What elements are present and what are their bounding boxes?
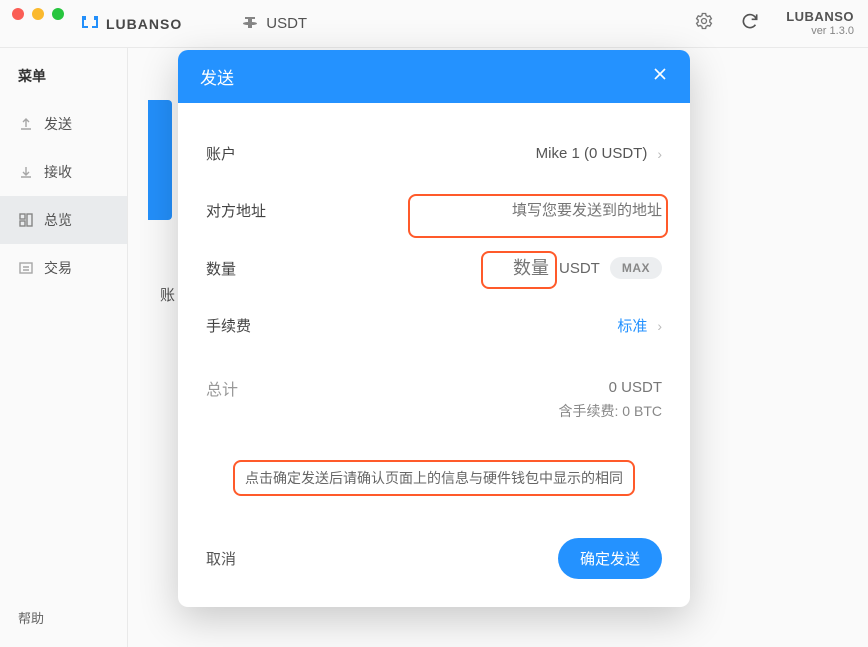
total-value: 0 USDT bbox=[559, 376, 662, 400]
account-label: 账户 bbox=[206, 143, 236, 164]
modal-title: 发送 bbox=[200, 64, 234, 89]
send-modal: 发送 账户 Mike 1 (0 USDT) › 对方地址 数量 bbox=[178, 50, 690, 607]
chevron-right-icon: › bbox=[657, 318, 662, 334]
address-row: 对方地址 bbox=[206, 182, 662, 239]
quantity-row: 数量 USDT MAX bbox=[206, 239, 662, 297]
account-value: Mike 1 (0 USDT) bbox=[536, 145, 648, 162]
fee-row[interactable]: 手续费 标准 › bbox=[206, 297, 662, 354]
total-fee-text: 含手续费: 0 BTC bbox=[559, 400, 662, 422]
note-text: 点击确定发送后请确认页面上的信息与硬件钱包中显示的相同 bbox=[233, 460, 635, 496]
address-input[interactable] bbox=[422, 202, 662, 219]
modal-footer: 取消 确定发送 bbox=[178, 526, 690, 607]
confirm-send-button[interactable]: 确定发送 bbox=[558, 538, 662, 579]
quantity-label: 数量 bbox=[206, 258, 236, 279]
modal-overlay: 发送 账户 Mike 1 (0 USDT) › 对方地址 数量 bbox=[0, 0, 868, 647]
confirmation-note: 点击确定发送后请确认页面上的信息与硬件钱包中显示的相同 bbox=[206, 430, 662, 516]
modal-header: 发送 bbox=[178, 50, 690, 103]
close-icon[interactable] bbox=[652, 65, 668, 88]
cancel-button[interactable]: 取消 bbox=[206, 548, 236, 569]
account-row[interactable]: 账户 Mike 1 (0 USDT) › bbox=[206, 125, 662, 182]
fee-value: 标准 bbox=[617, 315, 647, 336]
max-button[interactable]: MAX bbox=[610, 257, 662, 279]
fee-label: 手续费 bbox=[206, 315, 251, 336]
address-label: 对方地址 bbox=[206, 200, 266, 221]
chevron-right-icon: › bbox=[657, 146, 662, 162]
total-label: 总计 bbox=[206, 376, 238, 400]
quantity-input[interactable] bbox=[489, 258, 549, 279]
total-row: 总计 0 USDT 含手续费: 0 BTC bbox=[206, 354, 662, 430]
quantity-unit: USDT bbox=[559, 260, 600, 277]
